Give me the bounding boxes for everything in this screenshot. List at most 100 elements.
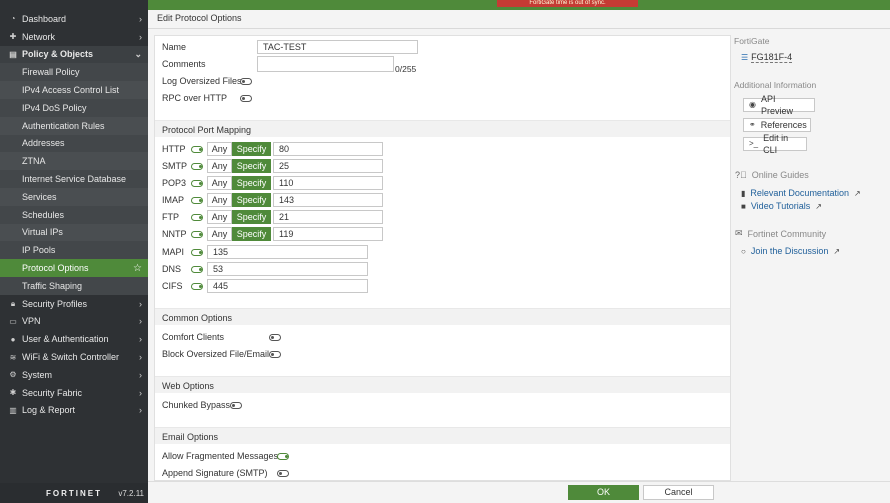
ftp-specify-button[interactable]: Specify: [232, 210, 271, 224]
mapi-port-input[interactable]: 135: [207, 245, 368, 259]
nntp-port-input[interactable]: 119: [273, 227, 383, 241]
smtp-toggle[interactable]: [191, 163, 203, 170]
star-icon[interactable]: ☆: [133, 263, 142, 274]
nav-ipv4-dos[interactable]: IPv4 DoS Policy: [0, 98, 148, 117]
alert-text: FortiGate time is out of sync.: [529, 0, 606, 6]
nav-label: Firewall Policy: [22, 67, 80, 78]
pop3-toggle[interactable]: [191, 180, 203, 187]
nav-label: Internet Service Database: [22, 174, 127, 185]
http-toggle[interactable]: [191, 146, 203, 153]
protocol-label-ftp: FTP: [162, 212, 179, 222]
nav-protocol-options[interactable]: Protocol Options ☆: [0, 259, 148, 277]
nav-network[interactable]: ✚ Network ›: [0, 28, 148, 46]
video-tutorials-link[interactable]: ■ Video Tutorials ↗: [741, 201, 822, 211]
chevron-right-icon: ›: [139, 352, 142, 363]
nav-system[interactable]: ⚙ System ›: [0, 366, 148, 384]
external-link-icon: ↗: [815, 201, 822, 211]
nav-vpn[interactable]: ▭ VPN ›: [0, 313, 148, 331]
relevant-documentation-link[interactable]: ▮ Relevant Documentation ↗: [741, 188, 861, 198]
nav-security-profiles[interactable]: 🔒︎ Security Profiles ›: [0, 295, 148, 313]
allow-fragmented-toggle[interactable]: [277, 453, 289, 460]
http-port-input[interactable]: 80: [273, 142, 383, 156]
chevron-right-icon: ›: [139, 298, 142, 309]
http-any-button[interactable]: Any: [207, 142, 232, 156]
imap-specify-button[interactable]: Specify: [232, 193, 271, 207]
nav-virtual-ips[interactable]: Virtual IPs: [0, 223, 148, 242]
app-root: ◔ Dashboard › ✚ Network › ▤ Policy & Obj…: [0, 0, 890, 503]
nav-traffic-shaping[interactable]: Traffic Shaping: [0, 276, 148, 295]
api-preview-button[interactable]: ◉ API Preview: [743, 94, 815, 116]
nav-ztna[interactable]: ZTNA: [0, 152, 148, 171]
log-oversized-toggle[interactable]: [240, 78, 252, 85]
nntp-toggle[interactable]: [191, 231, 203, 238]
protocol-label-http: HTTP: [162, 144, 186, 154]
nav-schedules[interactable]: Schedules: [0, 205, 148, 224]
section-title: Web Options: [162, 381, 214, 391]
imap-any-button[interactable]: Any: [207, 193, 232, 207]
edit-in-cli-button[interactable]: >_ Edit in CLI: [743, 133, 807, 155]
document-icon: ▤: [9, 49, 17, 59]
ok-button[interactable]: OK: [568, 485, 639, 500]
nav-auth-rules[interactable]: Authentication Rules: [0, 116, 148, 135]
ftp-port-input[interactable]: 21: [273, 210, 383, 224]
question-icon: ?⃝: [735, 170, 747, 180]
http-specify-button[interactable]: Specify: [232, 142, 271, 156]
smtp-any-button[interactable]: Any: [207, 159, 232, 173]
nav-user-auth[interactable]: ● User & Authentication ›: [0, 330, 148, 348]
time-sync-alert[interactable]: FortiGate time is out of sync.: [497, 0, 638, 7]
terminal-icon: >_: [749, 139, 759, 148]
footer-bar: [148, 481, 890, 503]
nav-label: Virtual IPs: [22, 227, 63, 238]
web-options-header: Web Options: [155, 376, 730, 393]
user-icon: ●: [10, 334, 16, 344]
mapi-toggle[interactable]: [191, 249, 203, 256]
comments-textarea[interactable]: [257, 56, 394, 72]
pop3-specify-button[interactable]: Specify: [232, 176, 271, 190]
cifs-toggle[interactable]: [191, 283, 203, 290]
join-discussion-link[interactable]: ○ Join the Discussion ↗: [741, 246, 840, 256]
nav-ipv4-acl[interactable]: IPv4 Access Control List: [0, 81, 148, 99]
imap-port-input[interactable]: 143: [273, 193, 383, 207]
block-oversized-toggle[interactable]: [269, 351, 281, 358]
smtp-port-input[interactable]: 25: [273, 159, 383, 173]
chunked-bypass-toggle[interactable]: [230, 402, 242, 409]
rpc-over-http-toggle[interactable]: [240, 95, 252, 102]
ftp-toggle[interactable]: [191, 214, 203, 221]
chevron-right-icon: ›: [139, 369, 142, 380]
protocol-label-smtp: SMTP: [162, 161, 188, 171]
nav-isdb[interactable]: Internet Service Database: [0, 170, 148, 188]
protocol-label-mapi: MAPI: [162, 247, 185, 257]
dns-toggle[interactable]: [191, 266, 203, 273]
nav-ip-pools[interactable]: IP Pools: [0, 241, 148, 260]
references-button[interactable]: ⚭ References: [743, 118, 811, 132]
append-signature-label: Append Signature (SMTP): [162, 468, 268, 478]
imap-toggle[interactable]: [191, 197, 203, 204]
nntp-any-button[interactable]: Any: [207, 227, 232, 241]
chunked-bypass-label: Chunked Bypass: [162, 400, 231, 410]
name-label: Name: [162, 42, 187, 52]
ftp-any-button[interactable]: Any: [207, 210, 232, 224]
cifs-port-input[interactable]: 445: [207, 279, 368, 293]
nav-security-fabric[interactable]: ✱ Security Fabric ›: [0, 384, 148, 402]
name-input[interactable]: TAC-TEST: [257, 40, 418, 54]
nav-wifi-switch[interactable]: ≋ WiFi & Switch Controller ›: [0, 348, 148, 366]
dns-port-input[interactable]: 53: [207, 262, 368, 276]
nntp-specify-button[interactable]: Specify: [232, 227, 271, 241]
cancel-button[interactable]: Cancel: [643, 485, 714, 500]
nav-label: System: [22, 369, 53, 380]
nav-log-report[interactable]: ▥ Log & Report ›: [0, 402, 148, 420]
comfort-clients-toggle[interactable]: [269, 334, 281, 341]
version-label: v7.2.11: [118, 488, 144, 498]
smtp-specify-button[interactable]: Specify: [232, 159, 271, 173]
device-link[interactable]: ☰ FG181F-4: [741, 52, 793, 63]
nav-services[interactable]: Services: [0, 187, 148, 206]
nav-dashboard[interactable]: ◔ Dashboard ›: [0, 10, 148, 28]
nav-firewall-policy[interactable]: Firewall Policy: [0, 63, 148, 82]
nav-policy-objects[interactable]: ▤ Policy & Objects ⌄: [0, 45, 148, 64]
pop3-port-input[interactable]: 110: [273, 176, 383, 190]
lock-icon: 🔒︎: [10, 298, 16, 308]
nav-addresses[interactable]: Addresses: [0, 134, 148, 153]
protocol-label-dns: DNS: [162, 264, 182, 274]
append-signature-toggle[interactable]: [277, 470, 289, 477]
pop3-any-button[interactable]: Any: [207, 176, 232, 190]
